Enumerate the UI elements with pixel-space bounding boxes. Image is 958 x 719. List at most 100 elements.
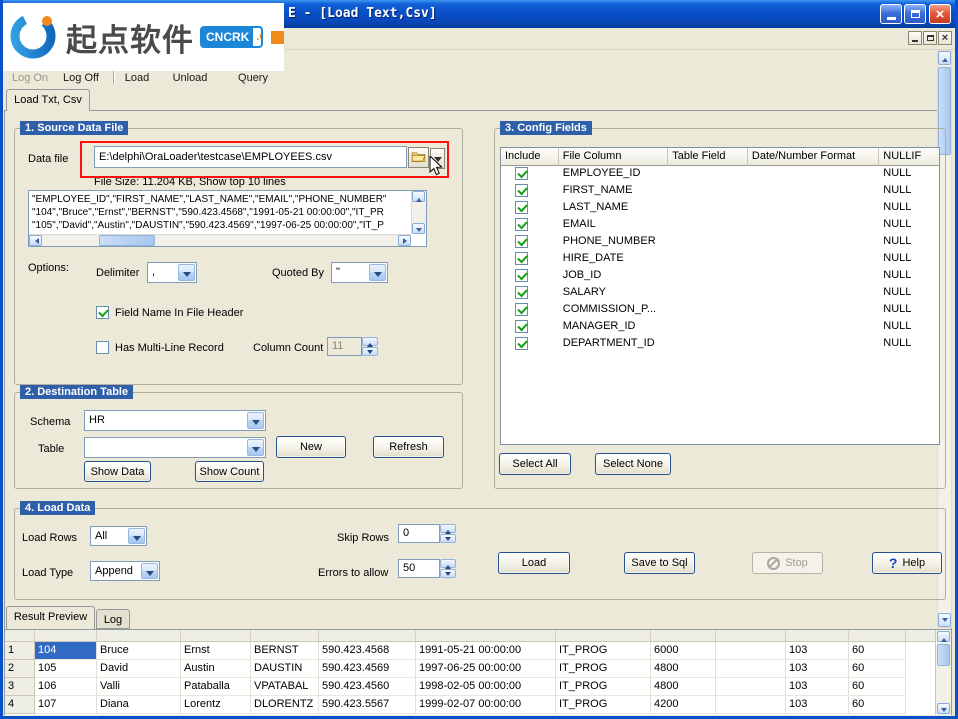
file-column-cell[interactable]: LAST_NAME (559, 200, 669, 217)
include-checkbox[interactable] (515, 184, 528, 197)
scroll-down-button[interactable] (937, 703, 950, 714)
grid-cell[interactable] (716, 696, 786, 714)
chevron-down-icon[interactable] (141, 563, 158, 579)
include-checkbox-cell[interactable] (501, 268, 559, 285)
quoted-by-combo[interactable]: " (331, 262, 388, 283)
nullif-cell[interactable]: NULL (879, 336, 939, 353)
grid-cell[interactable]: 104 (35, 642, 97, 660)
scroll-down-button[interactable] (938, 613, 951, 627)
table-field-cell[interactable] (668, 200, 748, 217)
grid-cell[interactable]: IT_PROG (556, 660, 651, 678)
preview-horizontal-scrollbar[interactable] (29, 234, 411, 246)
grid-cell[interactable]: Valli (97, 678, 181, 696)
table-field-cell[interactable] (668, 166, 748, 183)
grid-cell[interactable]: 1998-02-05 00:00:00 (416, 678, 556, 696)
load-rows-combo[interactable]: All (90, 526, 147, 546)
grid-cell[interactable]: 60 (849, 660, 906, 678)
grid-cell[interactable]: 590.423.4568 (319, 642, 416, 660)
include-checkbox-cell[interactable] (501, 183, 559, 200)
grid-cell[interactable]: 590.423.4560 (319, 678, 416, 696)
grid-cell[interactable]: DAUSTIN (251, 660, 319, 678)
load-type-combo[interactable]: Append (90, 561, 160, 581)
format-cell[interactable] (748, 268, 879, 285)
file-column-cell[interactable]: PHONE_NUMBER (559, 234, 669, 251)
table-field-cell[interactable] (668, 336, 748, 353)
file-column-cell[interactable]: FIRST_NAME (559, 183, 669, 200)
nullif-cell[interactable]: NULL (879, 200, 939, 217)
column-header-nullif[interactable]: NULLIF (879, 148, 939, 166)
multiline-checkbox[interactable] (96, 341, 109, 354)
child-close-button[interactable] (938, 31, 952, 45)
row-number-cell[interactable]: 3 (5, 678, 35, 696)
format-cell[interactable] (748, 302, 879, 319)
grid-vertical-scrollbar[interactable] (935, 630, 951, 715)
table-field-cell[interactable] (668, 217, 748, 234)
grid-cell[interactable] (716, 678, 786, 696)
include-checkbox[interactable] (515, 235, 528, 248)
include-checkbox-cell[interactable] (501, 285, 559, 302)
grid-cell[interactable]: 103 (786, 642, 849, 660)
column-header-table-field[interactable]: Table Field (668, 148, 748, 166)
errors-to-allow-value[interactable]: 50 (398, 559, 440, 578)
grid-cell[interactable]: DLORENTZ (251, 696, 319, 714)
chevron-down-icon[interactable] (247, 439, 264, 456)
nullif-cell[interactable]: NULL (879, 268, 939, 285)
column-count-spinner[interactable]: 11 (327, 337, 378, 356)
format-cell[interactable] (748, 319, 879, 336)
grid-cell[interactable]: David (97, 660, 181, 678)
column-header-format[interactable]: Date/Number Format (748, 148, 879, 166)
format-cell[interactable] (748, 183, 879, 200)
grid-cell[interactable]: 4200 (651, 696, 716, 714)
grid-cell[interactable]: 590.423.5567 (319, 696, 416, 714)
show-data-button[interactable]: Show Data (84, 461, 151, 482)
table-field-cell[interactable] (668, 302, 748, 319)
nullif-cell[interactable]: NULL (879, 234, 939, 251)
chevron-down-icon[interactable] (247, 412, 264, 429)
spin-down-button[interactable] (440, 534, 456, 543)
table-field-cell[interactable] (668, 251, 748, 268)
grid-cell[interactable]: 1991-05-21 00:00:00 (416, 642, 556, 660)
nullif-cell[interactable]: NULL (879, 319, 939, 336)
format-cell[interactable] (748, 285, 879, 302)
scroll-up-button[interactable] (412, 191, 425, 202)
file-column-cell[interactable]: HIRE_DATE (559, 251, 669, 268)
format-cell[interactable] (748, 234, 879, 251)
include-checkbox[interactable] (515, 252, 528, 265)
format-cell[interactable] (748, 200, 879, 217)
skip-rows-spinner[interactable]: 0 (398, 524, 456, 543)
include-checkbox[interactable] (515, 320, 528, 333)
help-button[interactable]: Help (872, 552, 942, 574)
file-column-cell[interactable]: MANAGER_ID (559, 319, 669, 336)
tab-load-txt-csv[interactable]: Load Txt, Csv (6, 89, 90, 111)
spin-up-button[interactable] (440, 559, 456, 568)
include-checkbox-cell[interactable] (501, 217, 559, 234)
table-field-cell[interactable] (668, 183, 748, 200)
grid-cell[interactable]: VPATABAL (251, 678, 319, 696)
save-to-sql-button[interactable]: Save to Sql (624, 552, 695, 574)
include-checkbox-cell[interactable] (501, 200, 559, 217)
file-column-cell[interactable]: JOB_ID (559, 268, 669, 285)
scroll-down-button[interactable] (412, 223, 425, 234)
table-combo[interactable] (84, 437, 266, 458)
scroll-left-button[interactable] (29, 235, 42, 246)
include-checkbox[interactable] (515, 269, 528, 282)
schema-combo[interactable]: HR (84, 410, 266, 431)
include-checkbox-cell[interactable] (501, 166, 559, 183)
grid-cell[interactable]: Austin (181, 660, 251, 678)
grid-cell[interactable]: IT_PROG (556, 678, 651, 696)
chevron-down-icon[interactable] (369, 264, 386, 281)
row-number-cell[interactable]: 1 (5, 642, 35, 660)
grid-cell[interactable]: Diana (97, 696, 181, 714)
close-button[interactable] (929, 4, 951, 24)
include-checkbox-cell[interactable] (501, 319, 559, 336)
grid-cell[interactable]: 107 (35, 696, 97, 714)
nullif-cell[interactable]: NULL (879, 166, 939, 183)
include-checkbox[interactable] (515, 337, 528, 350)
grid-cell[interactable]: 1999-02-07 00:00:00 (416, 696, 556, 714)
restore-button[interactable] (904, 4, 926, 24)
table-field-cell[interactable] (668, 268, 748, 285)
spin-down-button[interactable] (440, 569, 456, 578)
child-minimize-button[interactable] (908, 31, 922, 45)
scroll-thumb[interactable] (99, 235, 155, 246)
format-cell[interactable] (748, 336, 879, 353)
